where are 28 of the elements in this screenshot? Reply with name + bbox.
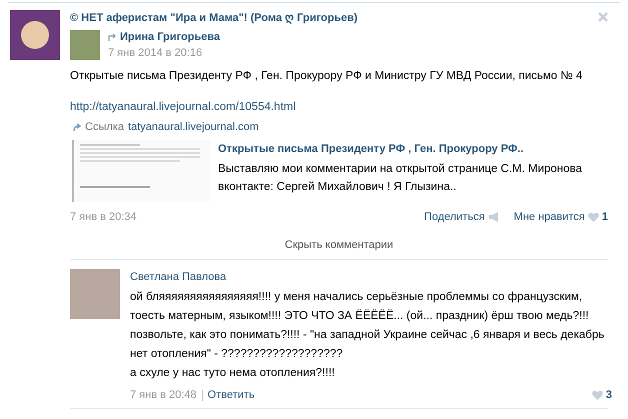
heart-icon <box>588 212 599 222</box>
group-avatar-placeholder[interactable] <box>10 10 60 60</box>
repost-date: 7 янв 2014 в 20:16 <box>108 46 204 60</box>
repost-arrow-icon <box>108 32 117 42</box>
close-icon[interactable] <box>598 12 608 22</box>
reply-link[interactable]: Ответить <box>208 388 255 402</box>
link-label: Ссылка <box>85 120 124 134</box>
comment-text: ой бляяяяяяяяяяяяяяяя!!!! у меня начались серьёзные проблеммы со французским, тоесть матерным, языком!!!! ЭТО ЧТО ЗА ЁЁЁЁЁ... (ой... праздник) ёрш твою медь?!!! позвольте, как это понимать?!!!! - "на западной Украине сейчас ,6 января и весь декабрь нет отопления" - ??????????????????? а схуле у нас туто нема отопления?!!!! <box>130 290 606 381</box>
post-text: Открытые письма Президенту РФ , Ген. Прокурору РФ и Министру ГУ МВД России, письмо № 4 <box>70 69 584 83</box>
repost-author-link[interactable]: Ирина Григорьева <box>120 30 220 44</box>
megaphone-icon <box>488 212 500 222</box>
document-thumbnail-drawing[interactable] <box>72 140 210 202</box>
preview-title-link[interactable]: Открытые письма Президенту РФ , Ген. Прокурору РФ.. <box>218 142 598 156</box>
like-link[interactable]: Мне нравится <box>514 210 585 224</box>
like-count: 1 <box>602 210 608 224</box>
post-url-link[interactable]: http://tatyanaural.livejournal.com/10554.html <box>70 100 608 114</box>
link-arrow-icon <box>72 122 81 132</box>
heart-icon <box>592 390 603 400</box>
commenter-photo-placeholder[interactable] <box>70 269 120 319</box>
share-link[interactable]: Поделиться <box>424 210 485 224</box>
author-photo-placeholder[interactable] <box>70 30 100 60</box>
commenter-name-link[interactable]: Светлана Павлова <box>130 270 612 284</box>
group-title-link[interactable]: © НЕТ аферистам "Ира и Мама"! (Рома ღ Григорьев) <box>70 11 358 25</box>
like-count: 3 <box>606 388 612 402</box>
hide-comments-link[interactable]: Скрыть комментарии <box>284 239 394 251</box>
link-domain[interactable]: tatyanaural.livejournal.com <box>128 120 259 134</box>
person-silhouette-icon <box>21 21 49 49</box>
preview-description: Выставляю мои комментарии на открытой странице С.М. Миронова вконтакте: Сергей Михайлович ! Я Глызина.. <box>218 162 584 195</box>
